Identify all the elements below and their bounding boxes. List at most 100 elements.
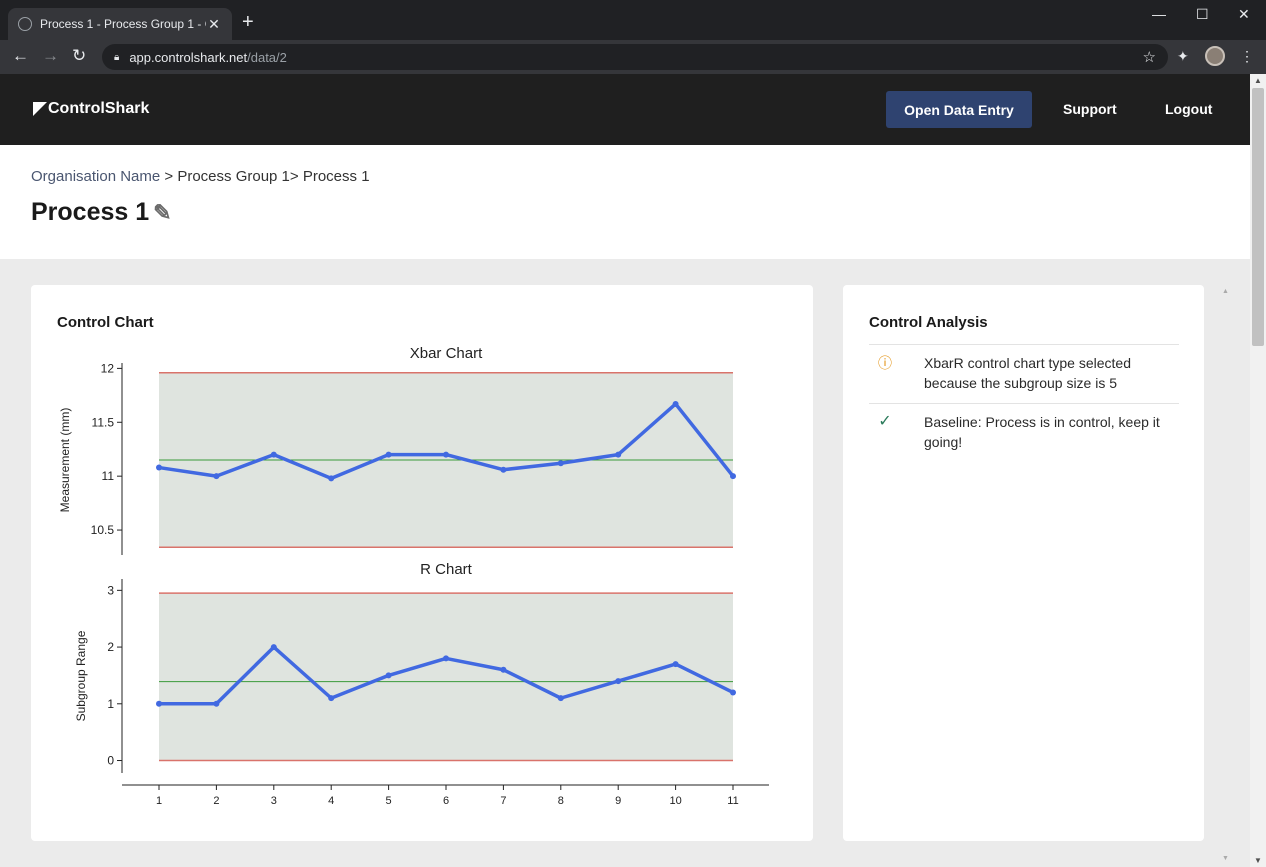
x-tick-label: 4 <box>328 795 334 807</box>
inner-scroll-down-icon[interactable]: ▼ <box>1222 855 1229 862</box>
info-icon: ⓘ <box>878 355 892 371</box>
pencil-edit-icon[interactable]: ✎ <box>153 200 171 226</box>
profile-avatar[interactable] <box>1205 46 1225 66</box>
support-link[interactable]: Support <box>1063 101 1117 117</box>
analysis-item: ⓘ XbarR control chart type selected beca… <box>869 344 1179 403</box>
lock-icon: 🔒︎ <box>114 51 120 63</box>
browser-tab[interactable]: Process 1 - Process Group 1 - Co ✕ <box>8 8 232 40</box>
menu-icon[interactable]: ⋮ <box>1240 48 1254 65</box>
minimize-icon[interactable]: — <box>1152 6 1166 22</box>
url-domain: app.controlshark.net <box>129 49 248 65</box>
logo[interactable]: ControlShark <box>33 100 149 118</box>
x-tick-label: 9 <box>615 795 621 807</box>
data-point <box>328 475 335 482</box>
page-scrollbar[interactable]: ▲ ▼ <box>1250 74 1266 867</box>
data-point <box>156 700 162 707</box>
control-analysis-card: Control Analysis ⓘ XbarR control chart t… <box>843 285 1204 841</box>
y-tick-label: 12 <box>101 361 115 375</box>
data-point <box>730 689 736 696</box>
chart-title: R Chart <box>420 561 473 578</box>
maximize-icon[interactable]: ☐ <box>1196 6 1209 23</box>
page: ControlShark Open Data Entry Support Log… <box>0 74 1250 867</box>
page-title: Process 1 ✎ <box>31 198 172 227</box>
data-point <box>385 451 392 458</box>
control-chart: 10.51111.512Xbar ChartMeasurement (mm)01… <box>58 345 769 807</box>
scroll-down-icon[interactable]: ▼ <box>1254 856 1262 865</box>
data-point <box>672 661 679 668</box>
globe-icon <box>18 17 32 31</box>
breadcrumb-group[interactable]: Process Group 1 <box>177 168 290 185</box>
reload-icon[interactable]: ↻ <box>72 46 86 66</box>
x-tick-label: 7 <box>500 795 506 807</box>
data-point <box>385 672 392 679</box>
x-tick-label: 11 <box>727 795 738 807</box>
breadcrumb: Organisation Name > Process Group 1> Pro… <box>31 168 370 185</box>
check-icon: ✓ <box>878 413 892 430</box>
data-point <box>443 655 449 662</box>
y-tick-label: 1 <box>107 697 114 711</box>
shark-fin-icon <box>33 102 47 116</box>
bookmark-star-icon[interactable]: ☆ <box>1143 48 1156 66</box>
data-point <box>730 473 736 480</box>
analysis-item-text: XbarR control chart type selected becaus… <box>924 355 1131 391</box>
chart-title: Xbar Chart <box>410 345 483 362</box>
analysis-item-text: Baseline: Process is in control, keep it… <box>924 414 1160 450</box>
url-path: /data/2 <box>247 49 287 65</box>
browser-toolbar: ← → ↻ 🔒︎ app.controlshark.net/data/2 ☆ ✦… <box>0 40 1266 74</box>
back-icon[interactable]: ← <box>12 46 29 66</box>
logo-text: ControlShark <box>48 100 150 117</box>
x-tick-label: 2 <box>213 795 219 807</box>
y-tick-label: 0 <box>107 754 114 768</box>
logout-link[interactable]: Logout <box>1165 101 1212 117</box>
new-tab-icon[interactable]: + <box>242 12 254 32</box>
data-point <box>672 400 679 407</box>
scrollbar-thumb[interactable] <box>1252 88 1264 346</box>
close-tab-icon[interactable]: ✕ <box>206 16 222 33</box>
y-tick-label: 11.5 <box>92 415 115 429</box>
data-point <box>270 451 277 458</box>
open-data-entry-button[interactable]: Open Data Entry <box>886 91 1032 128</box>
data-point <box>213 700 220 707</box>
breadcrumb-separator: > <box>164 168 174 185</box>
page-title-text: Process 1 <box>31 198 150 226</box>
data-point <box>443 451 449 458</box>
y-tick-label: 3 <box>107 583 114 597</box>
y-axis-label: Subgroup Range <box>74 630 88 721</box>
data-point <box>615 451 622 458</box>
y-tick-label: 10.5 <box>91 523 115 537</box>
control-analysis-title: Control Analysis <box>869 314 988 331</box>
data-point <box>500 466 507 473</box>
x-tick-label: 3 <box>271 795 277 807</box>
x-tick-label: 10 <box>669 795 681 807</box>
x-tick-label: 8 <box>558 795 564 807</box>
extensions-icon[interactable]: ✦ <box>1177 48 1189 65</box>
scroll-up-icon[interactable]: ▲ <box>1254 76 1262 85</box>
data-point <box>557 695 564 702</box>
y-tick-label: 11 <box>102 469 115 483</box>
tab-title: Process 1 - Process Group 1 - Co <box>40 17 206 31</box>
x-tick-label: 5 <box>386 795 392 807</box>
control-chart-card: Control Chart 10.5 11 11.5 12 Xbar Chart Meas… <box>31 285 813 841</box>
data-point <box>156 464 162 471</box>
data-point <box>270 644 277 651</box>
breadcrumb-process: Process 1 <box>302 168 370 185</box>
x-tick-label: 1 <box>156 795 162 807</box>
browser-tabbar: Process 1 - Process Group 1 - Co ✕ + — ☐… <box>0 0 1266 40</box>
inner-scroll-up-icon[interactable]: ▲ <box>1222 288 1229 295</box>
analysis-item: ✓ Baseline: Process is in control, keep … <box>869 403 1179 463</box>
y-axis-label: Measurement (mm) <box>58 408 72 513</box>
window-close-icon[interactable]: ✕ <box>1238 6 1250 23</box>
title-section: Organisation Name > Process Group 1> Pro… <box>0 145 1250 259</box>
y-tick-label: 2 <box>107 640 114 654</box>
breadcrumb-separator: > <box>289 168 299 185</box>
data-point <box>328 695 335 702</box>
forward-icon[interactable]: → <box>42 46 59 66</box>
address-bar[interactable]: 🔒︎ app.controlshark.net/data/2 ☆ <box>102 44 1168 70</box>
app-header: ControlShark Open Data Entry Support Log… <box>0 74 1250 145</box>
breadcrumb-org[interactable]: Organisation Name <box>31 168 160 185</box>
data-point <box>213 473 220 480</box>
data-point <box>500 666 507 673</box>
data-point <box>615 678 622 685</box>
x-tick-label: 6 <box>443 795 449 807</box>
data-point <box>557 460 564 467</box>
